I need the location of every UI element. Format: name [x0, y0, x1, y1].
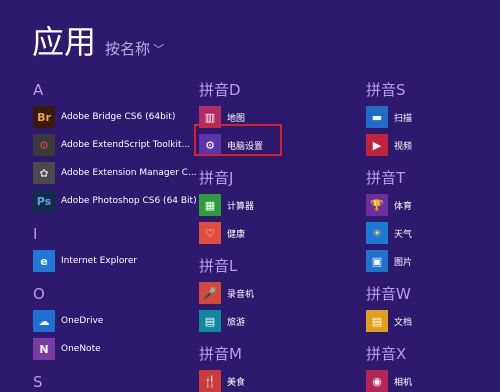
- onedrive-icon: ☁: [33, 310, 55, 332]
- app-label: OneDrive: [61, 316, 104, 326]
- sort-by-name-dropdown[interactable]: 按名称 ﹀: [105, 38, 164, 59]
- page-title: 应用: [32, 23, 97, 61]
- app-tile[interactable]: ▬ 扫描: [366, 106, 412, 128]
- app-tile[interactable]: ▤ 旅游: [199, 310, 245, 332]
- app-tile[interactable]: ✿ Adobe Extension Manager C...: [33, 162, 197, 184]
- app-label: 相机: [394, 377, 413, 388]
- app-label: 美食: [227, 377, 246, 388]
- microphone-icon: 🎤: [199, 282, 221, 304]
- app-tile[interactable]: ☁ OneDrive: [33, 310, 103, 332]
- group-header-col2-3[interactable]: 拼音M: [199, 344, 242, 364]
- group-header-col1-3[interactable]: S: [33, 372, 43, 392]
- highlight-box: [194, 124, 282, 156]
- extension-manager-icon: ✿: [33, 162, 55, 184]
- app-label: OneNote: [61, 344, 101, 354]
- document-icon: ▤: [366, 310, 388, 332]
- app-tile[interactable]: 🍴 美食: [199, 370, 245, 392]
- group-header-col1-1[interactable]: I: [33, 224, 37, 244]
- group-header-col2-0[interactable]: 拼音D: [199, 80, 241, 100]
- group-header-col3-0[interactable]: 拼音S: [366, 80, 406, 100]
- app-tile[interactable]: ▦ 计算器: [199, 194, 254, 216]
- group-header-col3-3[interactable]: 拼音X: [366, 344, 406, 364]
- photos-icon: ▣: [366, 250, 388, 272]
- group-header-col1-0[interactable]: A: [33, 80, 43, 100]
- app-label: Adobe ExtendScript Toolkit...: [61, 140, 191, 150]
- app-tile[interactable]: Br Adobe Bridge CS6 (64bit): [33, 106, 175, 128]
- app-label: 天气: [394, 229, 413, 240]
- scan-icon: ▬: [366, 106, 388, 128]
- sort-label: 按名称: [105, 40, 151, 58]
- chevron-down-icon: ﹀: [153, 43, 165, 56]
- onenote-icon: N: [33, 338, 55, 360]
- bridge-icon: Br: [33, 106, 55, 128]
- app-label: Adobe Bridge CS6 (64bit): [61, 112, 176, 122]
- group-header-col1-2[interactable]: O: [33, 284, 45, 304]
- weather-icon: ☀: [366, 222, 388, 244]
- camera-icon: ◉: [366, 370, 388, 392]
- trophy-icon: 🏆: [366, 194, 388, 216]
- extendscript-icon: ⚙: [33, 134, 55, 156]
- app-label: Adobe Photoshop CS6 (64 Bit): [61, 196, 197, 206]
- ie-icon: e: [33, 250, 55, 272]
- photoshop-icon: Ps: [33, 190, 55, 212]
- app-tile[interactable]: 🏆 体育: [366, 194, 412, 216]
- app-tile[interactable]: ▣ 图片: [366, 250, 412, 272]
- app-label: Adobe Extension Manager C...: [61, 168, 197, 178]
- app-tile[interactable]: 🎤 录音机: [199, 282, 254, 304]
- app-tile[interactable]: N OneNote: [33, 338, 101, 360]
- group-header-col2-2[interactable]: 拼音L: [199, 256, 237, 276]
- app-label: 图片: [394, 257, 413, 268]
- app-label: 扫描: [394, 113, 413, 124]
- group-header-col2-1[interactable]: 拼音J: [199, 168, 233, 188]
- travel-icon: ▤: [199, 310, 221, 332]
- app-tile[interactable]: ♡ 健康: [199, 222, 245, 244]
- app-tile[interactable]: ☀ 天气: [366, 222, 412, 244]
- app-tile[interactable]: ⚙ Adobe ExtendScript Toolkit...: [33, 134, 190, 156]
- app-label: 文档: [394, 317, 413, 328]
- calculator-icon: ▦: [199, 194, 221, 216]
- app-label: 录音机: [227, 289, 255, 300]
- app-label: 计算器: [227, 201, 255, 212]
- app-label: Internet Explorer: [61, 256, 138, 266]
- app-label: 视频: [394, 141, 413, 152]
- app-label: 体育: [394, 201, 413, 212]
- app-tile[interactable]: ▤ 文档: [366, 310, 412, 332]
- app-label: 地图: [227, 113, 246, 124]
- app-tile[interactable]: e Internet Explorer: [33, 250, 137, 272]
- app-tile[interactable]: ▶ 视频: [366, 134, 412, 156]
- video-icon: ▶: [366, 134, 388, 156]
- food-icon: 🍴: [199, 370, 221, 392]
- health-icon: ♡: [199, 222, 221, 244]
- app-tile[interactable]: Ps Adobe Photoshop CS6 (64 Bit): [33, 190, 197, 212]
- group-header-col3-2[interactable]: 拼音W: [366, 284, 411, 304]
- app-label: 旅游: [227, 317, 246, 328]
- app-tile[interactable]: ◉ 相机: [366, 370, 412, 392]
- group-header-col3-1[interactable]: 拼音T: [366, 168, 405, 188]
- app-label: 健康: [227, 229, 246, 240]
